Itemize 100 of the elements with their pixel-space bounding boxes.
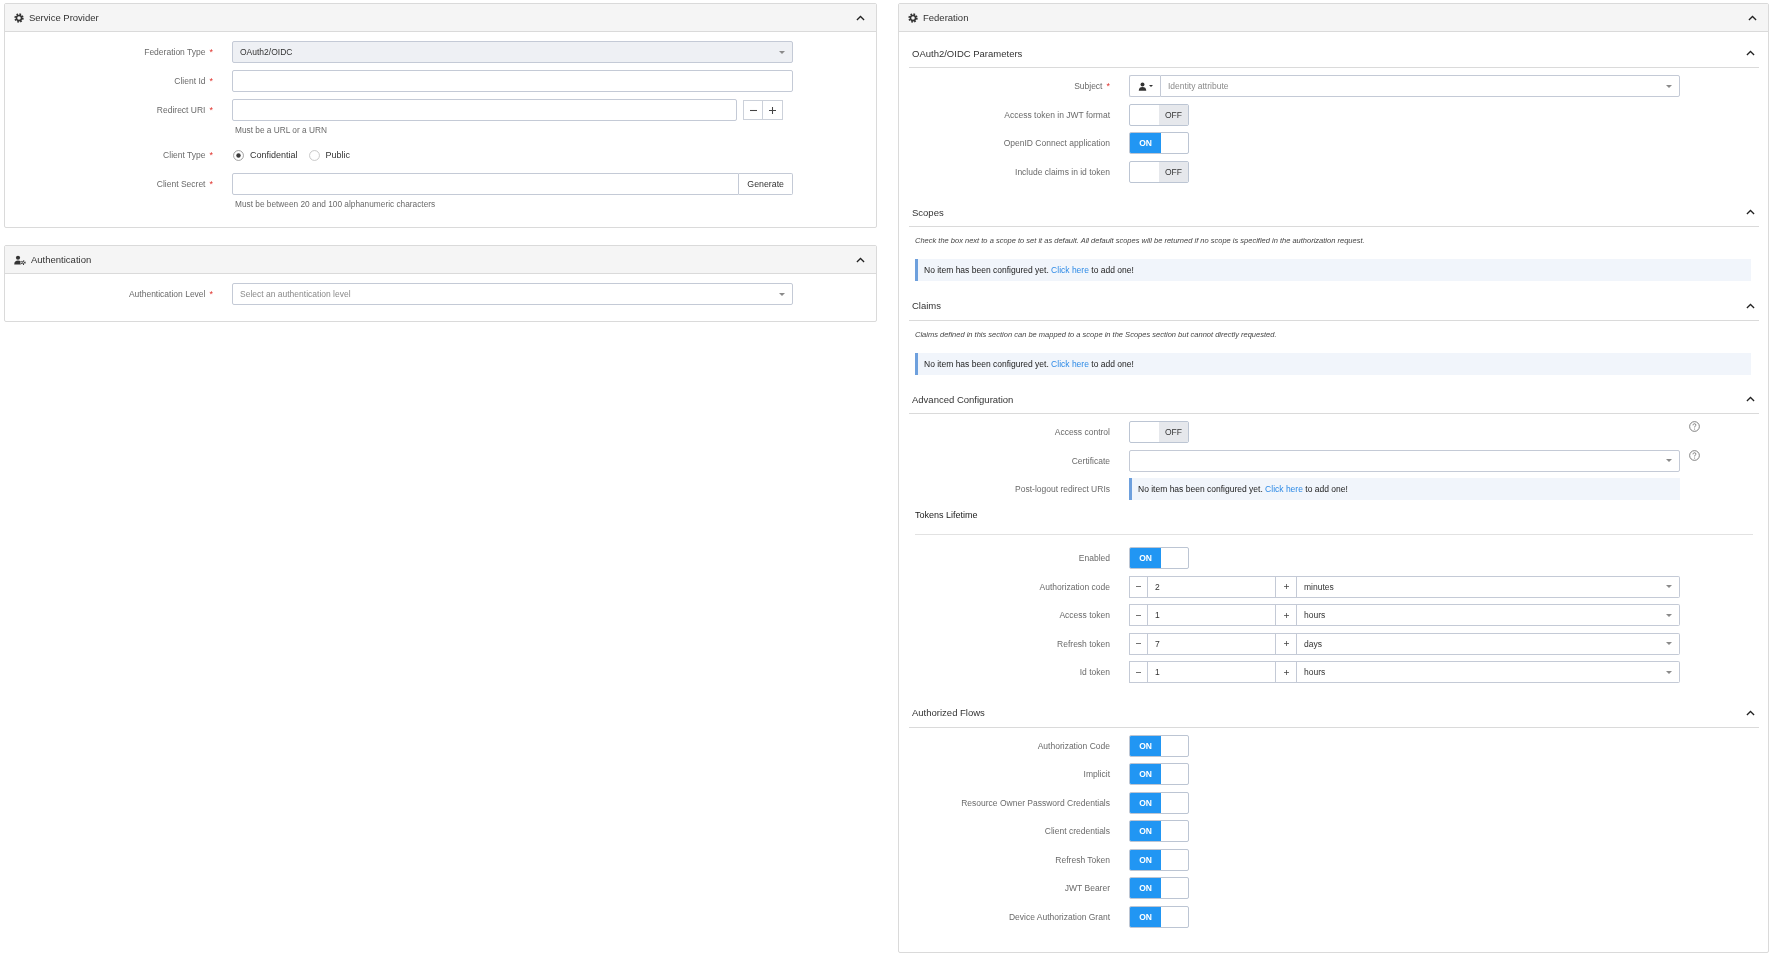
caret-icon — [1148, 85, 1153, 87]
input-field[interactable] — [232, 173, 740, 195]
field-label: Access token — [1059, 610, 1110, 620]
decrement-button[interactable] — [1129, 575, 1148, 598]
select-field[interactable]: Select an authentication level — [232, 283, 793, 305]
field-label: Client Id — [174, 76, 206, 86]
plus-icon — [769, 106, 776, 114]
input-field[interactable] — [232, 70, 793, 92]
plus-icon — [1283, 584, 1289, 589]
chevron-up-icon[interactable] — [1746, 50, 1755, 56]
help-icon[interactable] — [1689, 449, 1700, 461]
required-mark: * — [1106, 81, 1110, 91]
section-header[interactable]: Authorized Flows — [909, 698, 1759, 728]
decrement-button[interactable] — [1129, 604, 1148, 626]
help-icon[interactable] — [1689, 421, 1700, 432]
chevron-up-icon[interactable] — [1746, 302, 1755, 309]
select-field[interactable]: hours — [1297, 661, 1680, 683]
field-label: OpenID Connect application — [1003, 138, 1110, 148]
toggle-switch[interactable]: OFF — [1129, 160, 1189, 183]
field-label: Authorization Code — [1037, 740, 1110, 751]
caret-icon — [1666, 459, 1672, 462]
plus-icon — [1283, 669, 1289, 675]
section-header[interactable]: Scopes — [909, 198, 1759, 227]
number-field[interactable]: 1 — [1148, 661, 1275, 683]
section-header[interactable]: Claims — [909, 291, 1759, 321]
group-heading: Tokens Lifetime — [915, 508, 978, 522]
section-title: Advanced Configuration — [912, 393, 1014, 405]
chevron-up-icon[interactable] — [856, 256, 865, 263]
caret-icon — [1666, 670, 1672, 674]
add-button[interactable] — [763, 100, 783, 120]
add-link[interactable]: Click here — [1051, 358, 1089, 369]
increment-button[interactable] — [1275, 604, 1297, 626]
field-label: Enabled — [1078, 553, 1110, 563]
select-field[interactable] — [1129, 449, 1680, 472]
chevron-up-icon[interactable] — [856, 14, 865, 21]
field-label: Access control — [1054, 427, 1110, 437]
required-mark: * — [209, 179, 213, 189]
select-field[interactable]: Identity attribute — [1160, 75, 1680, 97]
section-header[interactable]: Advanced Configuration — [909, 385, 1759, 414]
field-hint: Must be a URL or a URN — [234, 124, 328, 137]
panel-title: Service Provider — [29, 12, 100, 23]
required-mark: * — [209, 76, 213, 86]
plus-icon — [1283, 641, 1289, 646]
add-link[interactable]: Click here — [1265, 484, 1303, 494]
field-label: Certificate — [1071, 455, 1110, 466]
panel-header[interactable]: Service Provider — [5, 4, 876, 32]
attribute-type-button[interactable] — [1129, 75, 1160, 97]
number-field[interactable]: 2 — [1148, 575, 1275, 598]
number-field[interactable]: 7 — [1148, 632, 1275, 655]
field-label: Authentication Level — [128, 289, 206, 299]
increment-button[interactable] — [1275, 632, 1297, 655]
field-label: Federation Type — [144, 47, 206, 57]
radio-option[interactable]: Public — [308, 149, 351, 161]
generate-button[interactable]: Generate — [739, 173, 793, 195]
section-title: Scopes — [912, 206, 944, 218]
section-header[interactable]: OAuth2/OIDC Parameters — [909, 39, 1759, 68]
caret-icon — [779, 292, 785, 296]
radio-icon[interactable] — [233, 149, 244, 161]
field-label: Post-logout redirect URIs — [1015, 484, 1110, 494]
chevron-up-icon[interactable] — [1748, 14, 1757, 21]
field-label: Device Authorization Grant — [1008, 911, 1110, 922]
add-link[interactable]: Click here — [1051, 265, 1089, 275]
empty-notice: No item has been configured yet. Click here to add one! — [1129, 478, 1680, 500]
caret-icon — [1666, 585, 1672, 588]
input-field[interactable] — [232, 99, 737, 121]
required-mark: * — [209, 289, 213, 299]
increment-button[interactable] — [1275, 575, 1297, 598]
decrement-button[interactable] — [1129, 661, 1148, 683]
radio-option[interactable]: Confidential — [233, 149, 298, 161]
chevron-up-icon[interactable] — [1746, 709, 1755, 716]
required-mark: * — [209, 105, 213, 115]
chevron-up-icon[interactable] — [1746, 209, 1755, 215]
radio-icon[interactable] — [308, 149, 320, 161]
select-field[interactable]: hours — [1297, 604, 1680, 626]
field-hint: Must be between 20 and 100 alphanumeric characters — [234, 198, 437, 211]
gear-icon — [14, 12, 24, 23]
panel-header[interactable]: Federation — [899, 4, 1768, 32]
caret-icon — [1666, 642, 1672, 645]
section-title: OAuth2/OIDC Parameters — [912, 47, 1023, 59]
field-label: Subject — [1074, 81, 1103, 91]
caret-icon — [779, 50, 785, 54]
select-field[interactable]: minutes — [1297, 575, 1680, 598]
empty-notice: No item has been configured yet. Click here to add one! — [915, 259, 1751, 281]
panel-title: Federation — [923, 12, 970, 23]
toggle-switch[interactable]: OFF — [1129, 421, 1189, 443]
field-label: Access token in JWT format — [1004, 109, 1110, 120]
select-field[interactable]: days — [1297, 632, 1680, 655]
increment-button[interactable] — [1275, 661, 1297, 683]
chevron-up-icon[interactable] — [1746, 396, 1755, 402]
field-label: Client Secret — [156, 179, 206, 189]
toggle-switch[interactable]: OFF — [1129, 103, 1189, 126]
field-label: Client Type — [163, 150, 206, 160]
number-field[interactable]: 1 — [1148, 604, 1275, 626]
gear-icon — [908, 12, 918, 23]
caret-icon — [1666, 613, 1672, 617]
plus-icon — [1283, 612, 1289, 618]
field-label: Resource Owner Password Credentials — [961, 797, 1110, 808]
decrement-button[interactable] — [1129, 632, 1148, 655]
required-mark: * — [209, 150, 213, 160]
panel-header[interactable]: Authentication — [5, 246, 876, 274]
